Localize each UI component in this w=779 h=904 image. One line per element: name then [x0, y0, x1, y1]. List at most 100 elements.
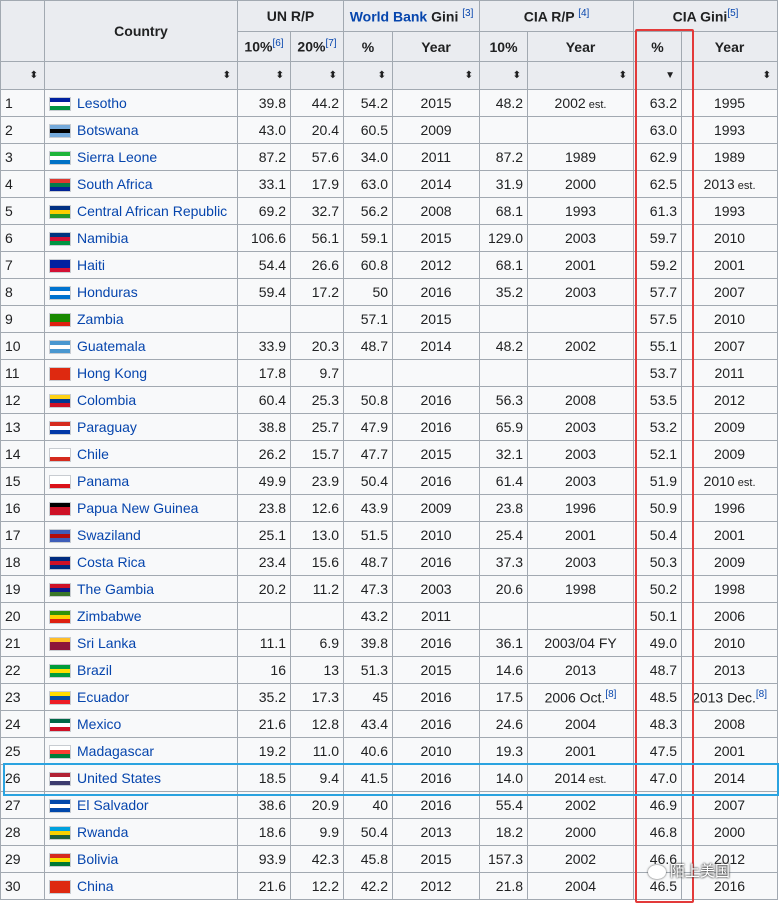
un-20-cell: 12.2: [289, 872, 345, 900]
sort-ciagini-pct-button[interactable]: ▼: [633, 61, 683, 90]
flag-icon: [49, 232, 71, 247]
un-20-value: 56.1: [311, 230, 340, 246]
cia-year-value: 2008: [564, 392, 597, 408]
country-link[interactable]: Swaziland: [77, 527, 141, 543]
sort-country-button[interactable]: ⬍: [44, 61, 238, 90]
wb-year-value: 2014: [420, 176, 452, 192]
country-link[interactable]: Haiti: [77, 257, 105, 273]
country-link[interactable]: Madagascar: [77, 743, 154, 759]
table-row: 6 Namibia 106.6 56.1 59.1 2015 129.0 2003 59.7 20…: [0, 224, 779, 252]
un-rp-header: UN R/P: [236, 0, 345, 32]
country-link[interactable]: Panama: [77, 473, 129, 489]
country-link[interactable]: Zambia: [77, 311, 124, 327]
world-bank-link[interactable]: World Bank: [350, 8, 428, 24]
cia-10-cell: 48.2: [479, 89, 529, 117]
cia-gini-pct-cell: 63.0: [633, 116, 683, 144]
wb-pct-cell: 63.0: [343, 170, 394, 198]
country-link[interactable]: Ecuador: [77, 689, 129, 705]
cia-gini-year-cell: 1996: [681, 494, 779, 522]
cia-gini-year-cell: 2013 Dec.[8]: [681, 683, 779, 711]
sort-icon: ⬍: [377, 70, 387, 81]
un-20-value: 17.3: [311, 689, 340, 705]
wb-year-cell: 2015: [392, 89, 481, 117]
wb-year-cell: 2016: [392, 467, 481, 495]
cia-gini-ref[interactable]: [5]: [727, 8, 738, 19]
un-10-ref[interactable]: [6]: [272, 38, 283, 49]
country-link[interactable]: Mexico: [77, 716, 121, 732]
sort-ciagini-year-button[interactable]: ⬍: [681, 61, 779, 90]
country-header: Country: [44, 0, 238, 62]
country-link[interactable]: Rwanda: [77, 824, 128, 840]
country-link[interactable]: Bolivia: [77, 851, 118, 867]
wb-year-cell: 2009: [392, 116, 481, 144]
sort-ciayear-button[interactable]: ⬍: [527, 61, 635, 90]
cia-10-cell: [479, 359, 529, 387]
cia-year-cell: 2004: [527, 710, 635, 738]
cia-year-value: 2014: [554, 770, 586, 786]
country-link[interactable]: Papua New Guinea: [77, 500, 198, 516]
cia-gini-pct-cell: 48.7: [633, 656, 683, 684]
country-link[interactable]: Hong Kong: [77, 365, 147, 381]
country-link[interactable]: Brazil: [77, 662, 112, 678]
country-cell: Ecuador: [44, 683, 238, 711]
country-link[interactable]: Colombia: [77, 392, 136, 408]
cia-gini-pct-cell: 47.0: [633, 764, 683, 792]
country-cell: United States: [44, 764, 238, 792]
cia-gini-pct-value: 53.2: [649, 419, 678, 435]
un-10-cell: 26.2: [237, 440, 291, 468]
cia-year-cell: 2000: [527, 818, 635, 846]
un-20-ref[interactable]: [7]: [325, 38, 336, 49]
sort-un10-button[interactable]: ⬍: [237, 61, 291, 90]
country-link[interactable]: Zimbabwe: [77, 608, 142, 624]
cia-gini-pct-value: 48.7: [649, 662, 678, 678]
un-10-cell: 33.9: [237, 332, 291, 360]
un-20-value: 57.6: [311, 149, 340, 165]
cia-year-ref[interactable]: [8]: [605, 689, 616, 700]
un-20-cell: 13.0: [289, 521, 345, 549]
sort-cia10-button[interactable]: ⬍: [479, 61, 529, 90]
sort-icon: ⬍: [762, 70, 772, 81]
country-link[interactable]: United States: [77, 770, 161, 786]
rank-cell: 5: [0, 197, 45, 225]
country-link[interactable]: Central African Republic: [77, 203, 227, 219]
sort-icon: ⬍: [512, 70, 522, 81]
country-link[interactable]: South Africa: [77, 176, 153, 192]
country-cell: Lesotho: [44, 89, 238, 117]
country-link[interactable]: El Salvador: [77, 797, 149, 813]
cia-rp-ref[interactable]: [4]: [578, 8, 589, 19]
country-link[interactable]: Guatemala: [77, 338, 145, 354]
cia-year-cell: [527, 305, 635, 333]
country-link[interactable]: Paraguay: [77, 419, 137, 435]
sort-un20-button[interactable]: ⬍: [289, 61, 345, 90]
wb-gini-ref[interactable]: [3]: [462, 8, 473, 19]
rank-cell: 18: [0, 548, 45, 576]
country-link[interactable]: Sri Lanka: [77, 635, 136, 651]
un-20-value: 12.2: [311, 878, 340, 894]
wb-pct-cell: 42.2: [343, 872, 394, 900]
wb-pct-value: 41.5: [360, 770, 389, 786]
cia-10-cell: [479, 602, 529, 630]
wb-year-cell: 2016: [392, 710, 481, 738]
rank-cell: 30: [0, 872, 45, 900]
sort-wbpct-button[interactable]: ⬍: [343, 61, 394, 90]
country-link[interactable]: Sierra Leone: [77, 149, 157, 165]
rank-cell: 29: [0, 845, 45, 873]
sort-rank-button[interactable]: ⬍: [0, 61, 45, 90]
wb-pct-cell: 47.7: [343, 440, 394, 468]
country-link[interactable]: Lesotho: [77, 95, 127, 111]
country-link[interactable]: Botswana: [77, 122, 138, 138]
country-link[interactable]: Chile: [77, 446, 109, 462]
country-link[interactable]: The Gambia: [77, 581, 154, 597]
cia-year-cell: 1989: [527, 143, 635, 171]
cia-gini-pct-cell: 46.8: [633, 818, 683, 846]
country-link[interactable]: Costa Rica: [77, 554, 145, 570]
un-10-cell: 54.4: [237, 251, 291, 279]
wb-year-cell: 2016: [392, 386, 481, 414]
flag-icon: [49, 502, 71, 517]
cia-gini-year-ref[interactable]: [8]: [756, 689, 767, 700]
country-link[interactable]: Honduras: [77, 284, 138, 300]
cia-gini-year-value: 1989: [713, 149, 746, 165]
country-link[interactable]: China: [77, 878, 114, 894]
country-link[interactable]: Namibia: [77, 230, 128, 246]
sort-wbyear-button[interactable]: ⬍: [392, 61, 481, 90]
